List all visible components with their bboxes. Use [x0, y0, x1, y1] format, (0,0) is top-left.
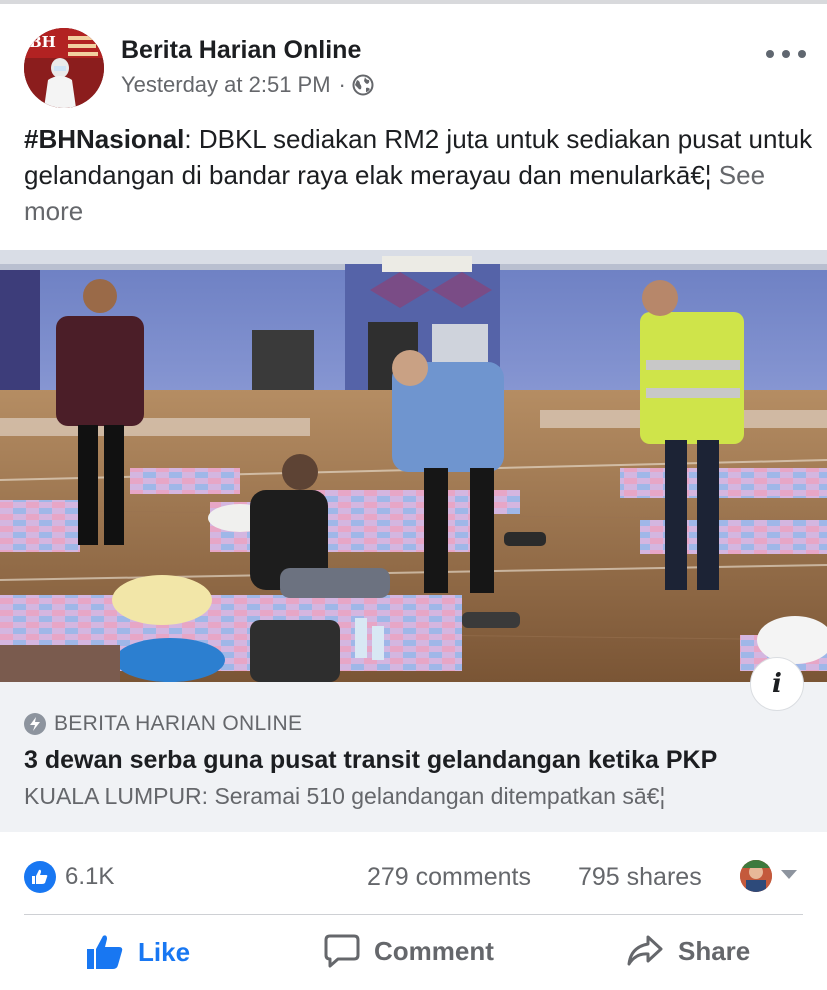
post-text: #BHNasional: DBKL sediakan RM2 juta untu…	[24, 121, 814, 229]
link-source: BERITA HARIAN ONLINE	[24, 712, 302, 736]
page-name[interactable]: Berita Harian Online	[121, 36, 361, 65]
action-divider	[24, 914, 803, 915]
more-dot	[782, 50, 790, 58]
meta-separator: ·	[338, 72, 346, 97]
bolt-icon	[24, 713, 46, 735]
shelter-hall-photo	[0, 250, 827, 682]
more-dot	[798, 50, 806, 58]
comments-count[interactable]: 279 comments	[367, 863, 531, 892]
comment-button[interactable]: Comment	[324, 934, 494, 968]
share-icon	[627, 935, 663, 966]
link-source-label: BERITA HARIAN ONLINE	[54, 712, 303, 735]
like-reaction-icon	[24, 861, 56, 893]
share-label: Share	[678, 935, 751, 966]
like-label: Like	[138, 936, 191, 967]
reaction-summary[interactable]: 6.1K	[24, 861, 114, 893]
top-divider	[0, 0, 827, 4]
share-button[interactable]: Share	[626, 934, 750, 968]
thumbs-up-icon	[87, 935, 123, 969]
reaction-count: 6.1K	[65, 863, 115, 890]
avatar-logo-text: BH	[29, 33, 56, 51]
more-options-icon[interactable]	[766, 44, 806, 64]
comment-icon	[324, 934, 360, 968]
page-avatar[interactable]: BH	[24, 28, 104, 108]
link-description: KUALA LUMPUR: Seramai 510 gelandangan di…	[24, 783, 666, 809]
more-dot	[766, 50, 774, 58]
post-timestamp[interactable]: Yesterday at 2:51 PM	[121, 72, 331, 98]
chevron-down-icon[interactable]	[781, 870, 797, 879]
engagement-stats: 6.1K 279 comments 795 shares	[24, 855, 803, 899]
shares-count[interactable]: 795 shares	[578, 863, 702, 892]
hashtag-link[interactable]: #BHNasional	[24, 124, 184, 154]
viewer-avatar[interactable]	[740, 860, 772, 892]
post-photo[interactable]	[0, 250, 827, 682]
like-button[interactable]: Like	[86, 934, 190, 970]
link-preview[interactable]: BERITA HARIAN ONLINE 3 dewan serba guna …	[0, 682, 827, 832]
action-bar: Like Comment Share	[0, 930, 827, 984]
globe-icon	[352, 74, 374, 96]
comment-label: Comment	[374, 935, 494, 966]
post-header: BH Berita Harian Online Yesterday at 2:5…	[24, 28, 814, 110]
link-title[interactable]: 3 dewan serba guna pusat transit gelanda…	[24, 746, 717, 775]
post-meta: Yesterday at 2:51 PM ·	[121, 72, 374, 98]
info-button[interactable]: i	[750, 657, 804, 711]
